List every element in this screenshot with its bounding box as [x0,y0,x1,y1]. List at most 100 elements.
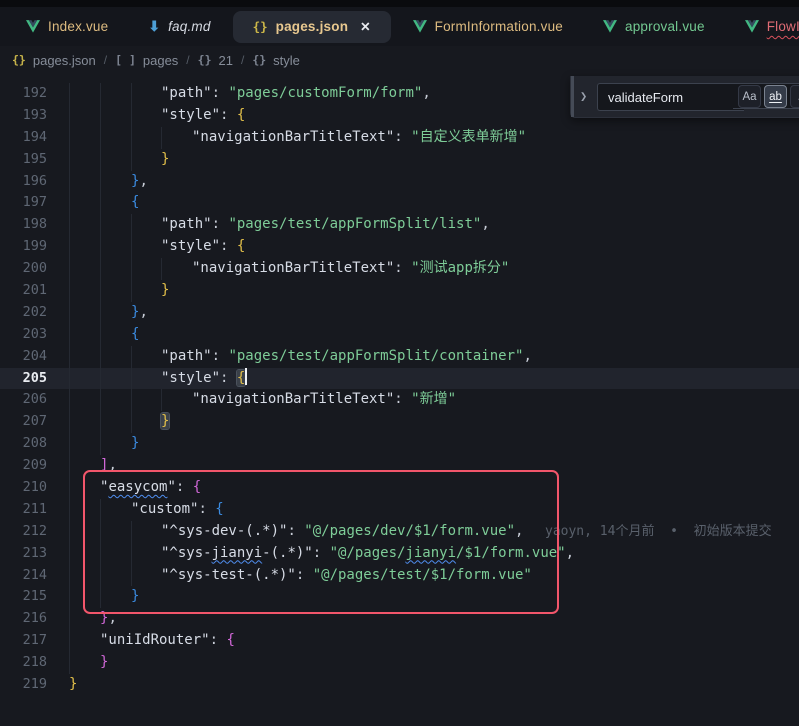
line-number[interactable]: 208 [0,433,47,455]
line-number[interactable]: 211 [0,499,47,521]
tab-forminformation-vue[interactable]: FormInformation.vue [393,11,583,43]
breadcrumb-item-pages[interactable]: [ ] pages [115,53,178,68]
code-text[interactable]: "easycom": { [100,477,201,499]
line-number[interactable]: 219 [0,674,47,696]
tab-faq-md[interactable]: ⬇ faq.md [128,11,230,43]
code-text[interactable]: } [131,586,139,608]
code-line[interactable]: 195} [0,149,799,171]
code-text[interactable]: "path": "pages/customForm/form", [161,83,431,105]
code-line[interactable]: 198 "path": "pages/test/appFormSplit/list… [0,214,799,236]
line-number[interactable]: 197 [0,192,47,214]
line-number[interactable]: 195 [0,149,47,171]
line-number[interactable]: 199 [0,236,47,258]
code-text[interactable]: "style": { [161,236,245,258]
line-number[interactable]: 200 [0,258,47,280]
code-text[interactable]: { [131,192,139,214]
code-text[interactable]: } [161,149,169,171]
code-line[interactable]: 196}, [0,171,799,193]
code-line[interactable]: 210 "easycom": { [0,477,799,499]
code-line[interactable]: 200 "navigationBarTitleText": "测试app拆分" [0,258,799,280]
find-resize-sash[interactable] [571,76,574,117]
line-number[interactable]: 192 [0,83,47,105]
find-input[interactable]: validateForm [597,83,744,111]
line-number[interactable]: 209 [0,455,47,477]
code-line[interactable]: 197 { [0,192,799,214]
line-number[interactable]: 203 [0,324,47,346]
code-line[interactable]: 217 "uniIdRouter": { [0,630,799,652]
code-editor[interactable]: 192 "path": "pages/customForm/form", 193 "s… [0,74,799,726]
code-text[interactable]: "^sys-dev-(.*)": "@/pages/dev/$1/form.vu… [161,521,523,543]
line-number[interactable]: 216 [0,608,47,630]
breadcrumb-item-file[interactable]: {} pages.json [12,53,96,68]
code-text[interactable]: } [100,652,108,674]
line-number[interactable]: 201 [0,280,47,302]
line-number[interactable]: 214 [0,565,47,587]
tab-index-vue[interactable]: Index.vue [6,11,128,43]
code-text[interactable]: } [161,411,169,433]
line-number[interactable]: 198 [0,214,47,236]
tab-flowinfo-vue[interactable]: FlowInfo.vu [725,11,799,43]
code-line[interactable]: 212 "^sys-dev-(.*)": "@/pages/dev/$1/form… [0,521,799,543]
line-number[interactable]: 194 [0,127,47,149]
code-line[interactable]: 209], [0,455,799,477]
code-text[interactable]: "path": "pages/test/appFormSplit/list", [161,214,490,236]
line-number[interactable]: 210 [0,477,47,499]
code-text[interactable]: "style": { [161,368,247,390]
code-text[interactable]: }, [131,171,148,193]
code-line[interactable]: 202}, [0,302,799,324]
code-line[interactable]: 213 "^sys-jianyi-(.*)": "@/pages/jianyi/$… [0,543,799,565]
code-line[interactable]: 204 "path": "pages/test/appFormSplit/cont… [0,346,799,368]
code-line[interactable]: 205 "style": { [0,368,799,390]
code-line[interactable]: 201} [0,280,799,302]
code-line[interactable]: 207} [0,411,799,433]
code-line[interactable]: 215} [0,586,799,608]
code-line[interactable]: 218} [0,652,799,674]
match-case-button[interactable]: Aa [738,85,761,108]
line-number[interactable]: 218 [0,652,47,674]
code-text[interactable]: "navigationBarTitleText": "新增" [192,389,456,411]
code-line[interactable]: 199 "style": { [0,236,799,258]
code-text[interactable]: "uniIdRouter": { [100,630,235,652]
breadcrumb-item-style[interactable]: {} style [252,53,300,68]
breadcrumb-item-21[interactable]: {} 21 [198,53,233,68]
code-text[interactable]: "navigationBarTitleText": "自定义表单新增" [192,127,526,149]
line-number[interactable]: 212 [0,521,47,543]
line-number[interactable]: 193 [0,105,47,127]
line-number[interactable]: 204 [0,346,47,368]
code-line[interactable]: 194 "navigationBarTitleText": "自定义表单新增" [0,127,799,149]
line-number[interactable]: 215 [0,586,47,608]
code-text[interactable]: { [131,324,139,346]
code-text[interactable]: } [131,433,139,455]
code-line[interactable]: 206 "navigationBarTitleText": "新增" [0,389,799,411]
code-line[interactable]: 203 { [0,324,799,346]
regex-button[interactable]: .* [790,85,799,108]
code-text[interactable]: "navigationBarTitleText": "测试app拆分" [192,258,509,280]
tab-pages-json[interactable]: {} pages.json ✕ [233,11,391,43]
code-text[interactable]: } [69,674,77,696]
code-text[interactable]: "style": { [161,105,245,127]
code-text[interactable]: ], [100,455,117,477]
code-text[interactable]: "^sys-jianyi-(.*)": "@/pages/jianyi/$1/f… [161,543,574,565]
code-text[interactable]: "path": "pages/test/appFormSplit/contain… [161,346,532,368]
code-text[interactable]: "^sys-test-(.*)": "@/pages/test/$1/form.… [161,565,532,587]
line-number[interactable]: 205 [0,368,47,390]
code-line[interactable]: 219} [0,674,799,696]
code-text[interactable]: }, [131,302,148,324]
line-number[interactable]: 213 [0,543,47,565]
tab-approval-vue[interactable]: approval.vue [583,11,725,43]
line-number[interactable]: 196 [0,171,47,193]
find-expand-chevron-icon[interactable]: ❯ [580,89,587,103]
whole-word-button[interactable]: ab [764,85,787,108]
code-line[interactable]: 214 "^sys-test-(.*)": "@/pages/test/$1/fo… [0,565,799,587]
line-number[interactable]: 217 [0,630,47,652]
code-line[interactable]: 211 "custom": { [0,499,799,521]
code-text[interactable]: "custom": { [131,499,224,521]
code-text[interactable]: }, [100,608,117,630]
line-number[interactable]: 207 [0,411,47,433]
code-line[interactable]: 216}, [0,608,799,630]
code-line[interactable]: 208} [0,433,799,455]
line-number[interactable]: 202 [0,302,47,324]
close-icon[interactable]: ✕ [360,19,370,34]
code-text[interactable]: } [161,280,169,302]
line-number[interactable]: 206 [0,389,47,411]
